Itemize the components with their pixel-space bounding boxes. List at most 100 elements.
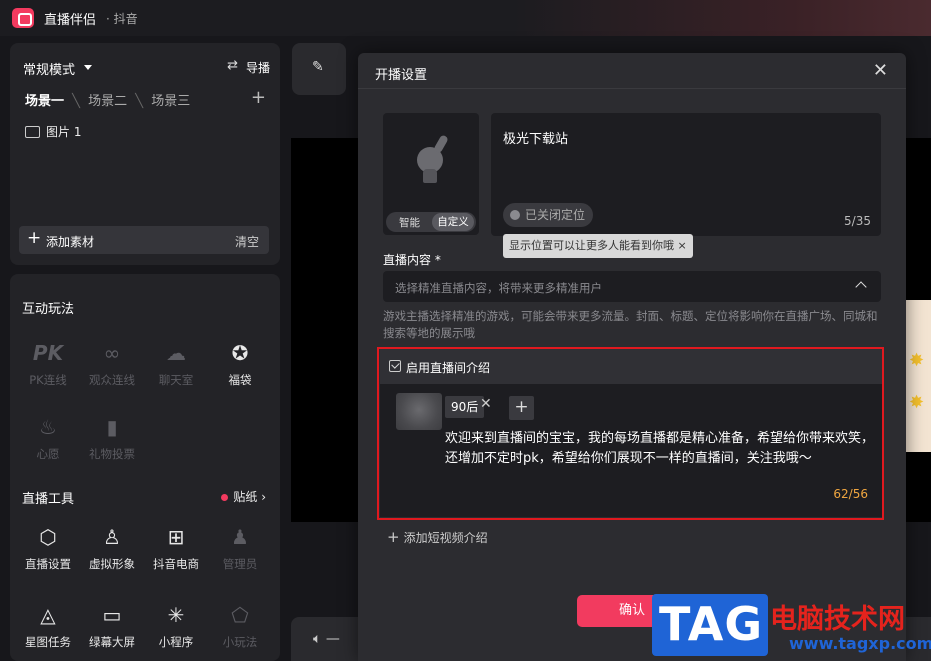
mini-program-label: 小程序: [158, 635, 194, 649]
plus-icon: +: [387, 528, 400, 546]
mode-dropdown[interactable]: 常规模式: [23, 59, 75, 78]
cover-image[interactable]: 智能 自定义: [383, 113, 479, 235]
placeholder-figure-body: [423, 169, 437, 183]
mini-game-icon: ⬠: [231, 603, 249, 627]
admin-item[interactable]: ♟ 管理员: [208, 524, 272, 572]
wish-label: 心愿: [36, 447, 60, 461]
title-bar: 直播伴侣 · 抖音: [0, 0, 931, 36]
tab-scene-1[interactable]: 场景一: [25, 94, 64, 109]
title-char-count: 5/35: [844, 214, 871, 228]
content-label: 直播内容 *: [383, 253, 441, 267]
monitor-icon: ▭: [102, 603, 122, 627]
close-icon[interactable]: ✕: [873, 60, 888, 81]
add-video-label: 添加短视频介绍: [403, 531, 488, 545]
lucky-bag-icon: ✪: [231, 341, 249, 365]
highlight-frame: [377, 347, 884, 520]
live-tools-title: 直播工具: [22, 492, 75, 507]
add-scene-icon[interactable]: +: [251, 87, 266, 108]
gift-vote-item[interactable]: ▮ 礼物投票: [80, 414, 144, 462]
audience-link-item[interactable]: ∞ 观众连线: [80, 340, 144, 388]
clear-button[interactable]: 清空: [235, 233, 259, 250]
virtual-avatar-icon: ♙: [103, 525, 121, 549]
bar-chart-icon: ▮: [106, 415, 118, 439]
edit-title-button[interactable]: ✎: [292, 43, 346, 95]
watermark-url: www.tagxp.com: [789, 634, 931, 653]
mini-game-item[interactable]: ⬠ 小玩法: [208, 602, 272, 650]
cover-tab-custom[interactable]: 自定义: [432, 213, 474, 231]
chatroom-item[interactable]: ☁ 聊天室: [144, 340, 208, 388]
wish-item[interactable]: ♨ 心愿: [16, 414, 80, 462]
watermark-logo-text: TAG: [659, 597, 764, 651]
cover-mode-toggle: 智能 自定义: [386, 212, 476, 232]
source-item[interactable]: 图片 1: [25, 123, 81, 140]
cover-tab-smart[interactable]: 智能: [399, 215, 420, 230]
watermark-logo: TAG: [652, 594, 768, 656]
live-title-input[interactable]: 极光下载站 已关闭定位 5/35: [491, 113, 881, 236]
live-settings-label: 直播设置: [25, 557, 71, 571]
add-material-bar: + 添加素材 清空: [19, 226, 269, 254]
placeholder-figure-ear: [433, 134, 449, 154]
chevron-up-icon: [855, 281, 867, 293]
lucky-bag-item[interactable]: ✪ 福袋: [208, 340, 272, 388]
chevron-down-icon[interactable]: [84, 65, 92, 70]
link-icon: ∞: [103, 341, 121, 365]
tab-scene-3[interactable]: 场景三: [151, 94, 190, 109]
audience-link-label: 观众连线: [89, 373, 135, 387]
hexagon-settings-icon: ⬡: [39, 525, 57, 549]
sticker-link[interactable]: 贴纸 ›: [221, 488, 266, 505]
image-icon: [25, 126, 40, 138]
admin-icon: ♟: [231, 525, 249, 549]
app-title: 直播伴侣: [44, 13, 97, 28]
ecommerce-label: 抖音电商: [153, 557, 199, 571]
scene-tabs: 场景一 ╲ 场景二 ╲ 场景三: [25, 90, 194, 109]
mini-program-item[interactable]: ✳ 小程序: [144, 602, 208, 650]
import-button[interactable]: 导播: [246, 59, 270, 76]
ecommerce-item[interactable]: ⊞ 抖音电商: [144, 524, 208, 572]
pk-icon: PK: [32, 341, 64, 365]
content-placeholder: 选择精准直播内容，将带来更多精准用户: [395, 281, 602, 295]
cart-icon: ⊞: [167, 525, 185, 549]
mini-game-label: 小玩法: [222, 635, 258, 649]
modal-title: 开播设置: [375, 68, 428, 83]
star-task-label: 星图任务: [25, 635, 71, 649]
notification-dot: [221, 494, 229, 501]
star-task-icon: ◬: [40, 603, 56, 627]
scene-panel: 常规模式 ⇄ 导播 场景一 ╲ 场景二 ╲ 场景三 + 图片 1 + 添加素材 …: [10, 43, 280, 265]
watermark-site: 电脑技术网: [770, 604, 905, 635]
content-hint: 游戏主播选择精准的游戏，可能会带来更多流量。封面、标题、定位将影响你在直播广场、…: [383, 309, 878, 340]
plus-icon[interactable]: +: [27, 228, 41, 248]
location-tooltip[interactable]: 显示位置可以让更多人能看到你哦 ×: [503, 234, 693, 258]
add-material-button[interactable]: 添加素材: [46, 233, 94, 250]
lamp-icon: ♨: [39, 415, 57, 439]
scene-separator: ╲: [135, 94, 144, 109]
star-task-item[interactable]: ◬ 星图任务: [16, 602, 80, 650]
tools-panel: 互动玩法 PK PK连线 ∞ 观众连线 ☁ 聊天室 ✪ 福袋 ♨ 心愿 ▮ 礼物…: [10, 274, 280, 661]
location-toggle[interactable]: 已关闭定位: [503, 203, 594, 227]
green-screen-item[interactable]: ▭ 绿幕大屏: [80, 602, 144, 650]
star-sticker-icon: ✸: [909, 392, 925, 413]
chat-icon: ☁: [166, 341, 186, 365]
live-settings-item[interactable]: ⬡ 直播设置: [16, 524, 80, 572]
app-subtitle: · 抖音: [106, 12, 138, 26]
live-title-value: 极光下载站: [503, 132, 569, 147]
tab-scene-2[interactable]: 场景二: [88, 94, 127, 109]
edit-icon: ✎: [312, 59, 324, 75]
pk-link-label: PK连线: [29, 373, 67, 387]
scene-separator: ╲: [72, 94, 80, 109]
pk-link-item[interactable]: PK PK连线: [16, 340, 80, 388]
interactive-title: 互动玩法: [22, 302, 75, 317]
green-screen-label: 绿幕大屏: [89, 635, 135, 649]
lucky-bag-label: 福袋: [228, 373, 252, 387]
swap-icon[interactable]: ⇄: [227, 58, 238, 73]
avatar-label: 虚拟形象: [89, 557, 135, 571]
add-video-intro-button[interactable]: + 添加短视频介绍: [387, 528, 488, 546]
content-select[interactable]: 选择精准直播内容，将带来更多精准用户: [383, 271, 881, 302]
source-label: 图片 1: [46, 125, 82, 139]
speaker-icon[interactable]: 🔈︎ —: [313, 631, 340, 647]
chatroom-label: 聊天室: [158, 373, 194, 387]
app-logo-icon: [12, 8, 34, 28]
avatar-item[interactable]: ♙ 虚拟形象: [80, 524, 144, 572]
sticker-label: 贴纸: [233, 490, 258, 504]
star-sticker-icon: ✸: [909, 350, 925, 371]
admin-label: 管理员: [222, 557, 258, 571]
